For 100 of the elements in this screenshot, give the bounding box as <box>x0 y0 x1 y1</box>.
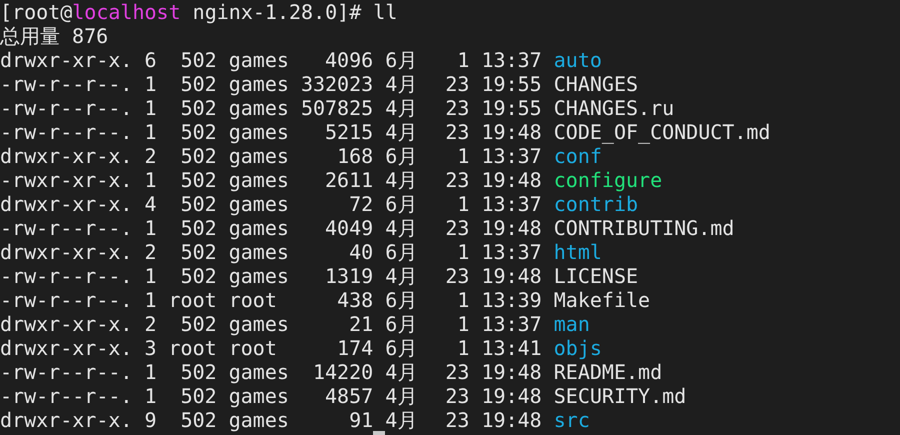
file-name: CODE_OF_CONDUCT.md <box>554 120 770 144</box>
group-text: games <box>228 312 289 336</box>
link-count: 9 <box>144 408 157 432</box>
link-count: 1 <box>144 120 157 144</box>
file-name: objs <box>554 336 602 360</box>
permissions-text: drwxr-xr-x. <box>0 240 132 264</box>
time-text: 13:37 <box>482 48 542 72</box>
permissions-text: -rw-r--r--. <box>0 384 132 408</box>
group-text: games <box>228 240 289 264</box>
owner-text: 502 <box>180 408 217 432</box>
permissions-text: drwxr-xr-x. <box>0 144 132 168</box>
permissions-text: drwxr-xr-x. <box>0 312 132 336</box>
day-text: 23 <box>445 408 470 432</box>
owner-text: root <box>168 288 217 312</box>
file-size: 5215 <box>325 120 374 144</box>
owner-text: 502 <box>180 384 217 408</box>
group-text: games <box>228 72 289 96</box>
file-size: 2611 <box>325 168 374 192</box>
file-name: LICENSE <box>554 264 638 288</box>
month-text: 4月 <box>385 96 418 120</box>
file-size: 40 <box>349 240 374 264</box>
file-name: Makefile <box>554 288 650 312</box>
file-size: 14220 <box>312 360 374 384</box>
group-text: root <box>228 288 277 312</box>
file-size: 72 <box>349 192 374 216</box>
time-text: 19:48 <box>482 384 542 408</box>
permissions-text: -rw-r--r--. <box>0 360 132 384</box>
day-text: 23 <box>445 384 470 408</box>
time-text: 19:48 <box>482 168 542 192</box>
day-text: 23 <box>445 216 470 240</box>
time-text: 19:48 <box>482 408 542 432</box>
total-text: 总用量 876 <box>0 24 108 48</box>
time-text: 13:37 <box>482 192 542 216</box>
month-text: 4月 <box>385 72 418 96</box>
permissions-text: -rw-r--r--. <box>0 288 132 312</box>
month-text: 6月 <box>385 336 418 360</box>
group-text: games <box>228 48 289 72</box>
file-size: 174 <box>337 336 374 360</box>
time-text: 13:37 <box>482 240 542 264</box>
month-text: 4月 <box>385 360 418 384</box>
time-text: 19:48 <box>482 360 542 384</box>
day-text: 23 <box>445 360 470 384</box>
time-text: 19:48 <box>482 264 542 288</box>
month-text: 6月 <box>385 312 418 336</box>
file-size: 332023 <box>300 72 374 96</box>
permissions-text: -rw-r--r--. <box>0 216 132 240</box>
month-text: 4月 <box>385 408 418 432</box>
file-name: CONTRIBUTING.md <box>554 216 734 240</box>
month-text: 6月 <box>385 240 418 264</box>
day-text: 1 <box>457 240 470 264</box>
group-text: games <box>228 264 289 288</box>
day-text: 1 <box>457 336 470 360</box>
month-text: 6月 <box>385 192 418 216</box>
time-text: 13:37 <box>482 312 542 336</box>
file-name: configure <box>554 168 662 192</box>
owner-text: 502 <box>180 240 217 264</box>
day-text: 1 <box>457 192 470 216</box>
permissions-text: -rw-r--r--. <box>0 264 132 288</box>
owner-text: 502 <box>180 312 217 336</box>
day-text: 23 <box>445 72 470 96</box>
time-text: 13:39 <box>482 288 542 312</box>
time-text: 13:41 <box>482 336 542 360</box>
file-name: html <box>554 240 602 264</box>
link-count: 4 <box>144 192 157 216</box>
owner-text: 502 <box>180 168 217 192</box>
link-count: 2 <box>144 144 157 168</box>
day-text: 23 <box>445 168 470 192</box>
file-name: CHANGES.ru <box>554 96 674 120</box>
link-count: 2 <box>144 312 157 336</box>
owner-text: 502 <box>180 192 217 216</box>
file-name: src <box>554 408 590 432</box>
day-text: 1 <box>457 48 470 72</box>
link-count: 6 <box>144 48 157 72</box>
file-size: 1319 <box>325 264 374 288</box>
group-text: games <box>228 144 289 168</box>
file-size: 91 <box>349 408 374 432</box>
file-name: conf <box>554 144 602 168</box>
owner-text: 502 <box>180 48 217 72</box>
owner-text: root <box>168 336 217 360</box>
owner-text: 502 <box>180 144 217 168</box>
time-text: 19:55 <box>482 72 542 96</box>
permissions-text: -rw-r--r--. <box>0 120 132 144</box>
file-size: 168 <box>337 144 374 168</box>
group-text: games <box>228 360 289 384</box>
month-text: 4月 <box>385 168 418 192</box>
link-count: 1 <box>144 384 157 408</box>
permissions-text: -rw-r--r--. <box>0 72 132 96</box>
file-name: SECURITY.md <box>554 384 686 408</box>
day-text: 23 <box>445 264 470 288</box>
day-text: 1 <box>457 144 470 168</box>
link-count: 1 <box>144 288 157 312</box>
file-size: 438 <box>337 288 374 312</box>
month-text: 6月 <box>385 288 418 312</box>
group-text: games <box>228 216 289 240</box>
link-count: 3 <box>144 336 157 360</box>
month-text: 4月 <box>385 384 418 408</box>
file-size: 21 <box>349 312 374 336</box>
link-count: 1 <box>144 96 157 120</box>
group-text: games <box>228 384 289 408</box>
permissions-text: drwxr-xr-x. <box>0 48 132 72</box>
